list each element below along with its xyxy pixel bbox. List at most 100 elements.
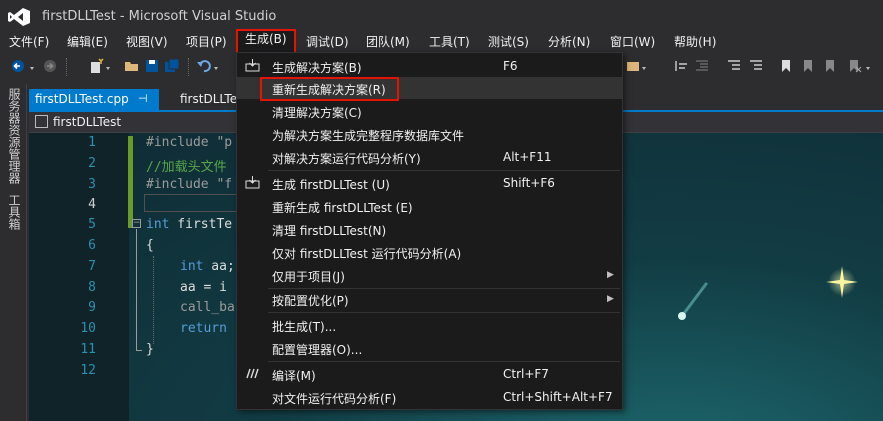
submenu-arrow-icon: ▶ — [607, 294, 614, 304]
code-line-7: int aa; — [180, 259, 235, 274]
visual-studio-logo-icon — [8, 8, 30, 26]
menu-view[interactable]: 视图(V) — [126, 32, 168, 52]
menu-tools[interactable]: 工具(T) — [429, 32, 470, 52]
line-number: 5 — [88, 217, 96, 232]
change-tracking-bar — [128, 136, 133, 228]
star-decoration-icon — [826, 266, 858, 298]
comment-lines-icon[interactable] — [726, 58, 742, 74]
indent-guide — [153, 256, 155, 344]
comet-decoration-icon — [678, 282, 708, 320]
menu-separator — [268, 361, 620, 362]
fold-region-line — [136, 229, 137, 351]
project-scope-icon — [35, 115, 48, 128]
dropdown-arrow-icon[interactable] — [640, 58, 656, 74]
shortcut-label: Ctrl+Shift+Alt+F7 — [503, 390, 613, 404]
dropdown-arrow-icon[interactable] — [864, 58, 880, 74]
toolbar-separator — [66, 58, 68, 76]
menu-debug[interactable]: 调试(D) — [306, 32, 349, 52]
forward-icon[interactable] — [42, 58, 58, 74]
menu-separator — [268, 288, 620, 289]
tab-label: firstDLLTest.cpp — [35, 92, 129, 106]
new-project-icon[interactable] — [88, 58, 104, 74]
line-number: 7 — [88, 259, 96, 274]
shortcut-label: Alt+F11 — [503, 150, 552, 164]
current-line-highlight — [144, 194, 238, 212]
toolbar-separator — [188, 58, 190, 76]
menu-item-profile-guided-optimization[interactable]: 按配置优化(P) — [272, 292, 349, 309]
shortcut-label: Shift+F6 — [503, 176, 555, 190]
back-icon[interactable] — [10, 58, 26, 74]
code-line-11: } — [146, 342, 154, 357]
menu-separator — [268, 312, 620, 313]
pin-icon[interactable]: ⊣ — [138, 92, 148, 105]
menu-edit[interactable]: 编辑(E) — [67, 32, 108, 52]
save-icon[interactable] — [144, 58, 160, 74]
tab-other[interactable]: firstDLLTe — [180, 92, 237, 106]
menu-item-generate-pdb[interactable]: 为解决方案生成完整程序数据库文件 — [272, 127, 464, 144]
shortcut-label: Ctrl+F7 — [503, 367, 549, 381]
fold-collapse-icon[interactable]: − — [132, 219, 141, 228]
menu-project[interactable]: 项目(P) — [186, 32, 227, 52]
menu-analyze[interactable]: 分析(N) — [548, 32, 590, 52]
code-line-10: return — [180, 321, 227, 336]
toolbox-tab[interactable]: 工具箱 — [6, 194, 23, 230]
code-line-9: call_ba — [180, 300, 235, 315]
menu-item-project-only[interactable]: 仅用于项目(J) — [272, 268, 345, 285]
code-line-1: #include "p — [146, 135, 233, 150]
menu-item-clean-project[interactable]: 清理 firstDLLTest(N) — [272, 222, 386, 239]
menu-item-analyze-solution[interactable]: 对解决方案运行代码分析(Y) — [272, 150, 421, 167]
code-line-8: aa = i — [180, 280, 227, 295]
menu-item-build-solution[interactable]: 生成解决方案(B) — [272, 59, 362, 76]
line-number: 10 — [80, 321, 96, 336]
dropdown-arrow-icon[interactable] — [212, 58, 228, 74]
menu-team[interactable]: 团队(M) — [366, 32, 410, 52]
outdent-icon[interactable] — [694, 58, 710, 74]
step-icon[interactable] — [674, 58, 690, 74]
menu-bar: 文件(F) 编辑(E) 视图(V) 项目(P) 生成(B) 调试(D) 团队(M… — [0, 29, 883, 54]
previous-bookmark-icon[interactable] — [800, 58, 816, 74]
menu-item-analyze-project[interactable]: 仅对 firstDLLTest 运行代码分析(A) — [272, 245, 461, 262]
menu-window[interactable]: 窗口(W) — [610, 32, 655, 52]
open-folder-icon[interactable] — [124, 58, 140, 74]
menu-build[interactable]: 生成(B) — [236, 29, 296, 54]
keyword: int — [180, 259, 204, 274]
bookmark-icon[interactable] — [778, 58, 794, 74]
menu-test[interactable]: 测试(S) — [488, 32, 529, 52]
line-number: 8 — [88, 280, 96, 295]
annotation-highlight-box — [260, 77, 399, 101]
compile-icon — [246, 368, 259, 379]
dropdown-arrow-icon[interactable] — [104, 58, 120, 74]
server-explorer-tab[interactable]: 服务器资源管理器 — [6, 88, 23, 184]
menu-file[interactable]: 文件(F) — [9, 32, 49, 52]
menu-item-compile[interactable]: 编译(M) — [272, 367, 316, 384]
code-line-6: { — [146, 238, 154, 253]
submenu-arrow-icon: ▶ — [607, 270, 614, 280]
code-text: firstTe — [169, 217, 233, 232]
shortcut-label: F6 — [503, 59, 518, 73]
menu-item-batch-build[interactable]: 批生成(T)... — [272, 318, 336, 335]
menu-help[interactable]: 帮助(H) — [674, 32, 716, 52]
menu-item-configuration-manager[interactable]: 配置管理器(O)... — [272, 341, 362, 358]
navigation-scope-label[interactable]: firstDLLTest — [53, 115, 121, 129]
side-panel-strip: 服务器资源管理器 工具箱 — [0, 84, 27, 421]
clear-bookmarks-icon[interactable] — [846, 58, 862, 74]
menu-item-analyze-file[interactable]: 对文件运行代码分析(F) — [272, 390, 396, 407]
menu-separator — [268, 170, 620, 171]
uncomment-lines-icon[interactable] — [748, 58, 764, 74]
undo-icon[interactable] — [196, 58, 212, 74]
menu-item-clean-solution[interactable]: 清理解决方案(C) — [272, 104, 362, 121]
line-number: 1 — [88, 135, 96, 150]
menu-item-build-project[interactable]: 生成 firstDLLTest (U) — [272, 176, 390, 193]
line-number: 11 — [80, 342, 96, 357]
next-bookmark-icon[interactable] — [822, 58, 838, 74]
save-all-icon[interactable] — [164, 58, 180, 74]
line-number: 12 — [80, 363, 96, 378]
line-number: 4 — [88, 197, 96, 212]
code-line-5: int firstTe — [146, 217, 232, 232]
build-project-icon — [245, 176, 260, 189]
code-text: aa; — [203, 259, 235, 274]
line-number: 6 — [88, 238, 96, 253]
line-number: 9 — [88, 300, 96, 315]
keyword: int — [146, 217, 170, 232]
menu-item-rebuild-project[interactable]: 重新生成 firstDLLTest (E) — [272, 199, 413, 216]
